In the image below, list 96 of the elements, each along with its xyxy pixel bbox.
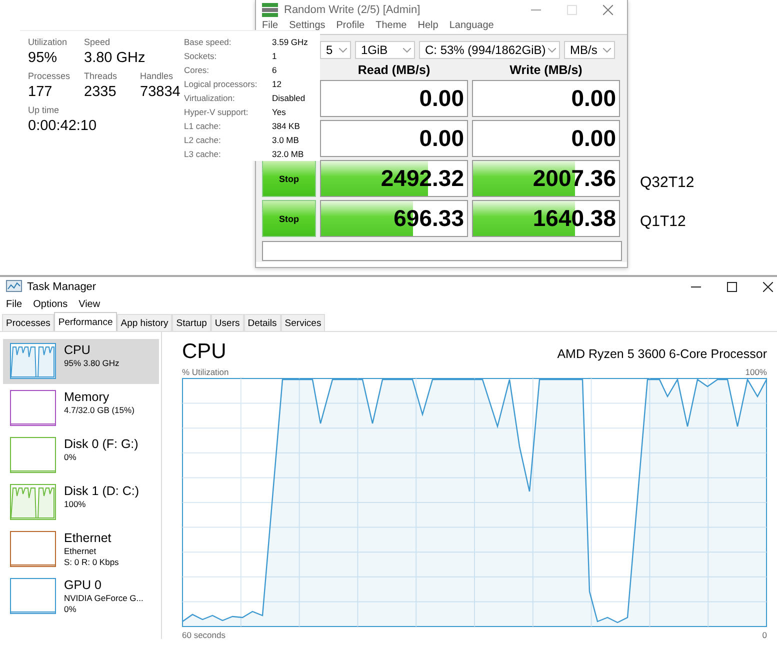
chevron-icon xyxy=(339,48,347,52)
detail-value: 3.59 GHz xyxy=(272,36,308,49)
stat-label: Handles xyxy=(140,70,174,82)
window-title: Random Write (2/5) [Admin] xyxy=(284,4,420,16)
item-detail: 0% xyxy=(64,452,78,463)
stat-value: 95% xyxy=(28,49,58,67)
dropdown[interactable]: 1GiB xyxy=(355,41,415,59)
tab[interactable]: Processes xyxy=(2,314,54,331)
sidebar-item[interactable]: Disk 1 (D: C:) 100% xyxy=(3,480,159,525)
menu-item[interactable]: Theme xyxy=(376,20,407,31)
item-name: CPU xyxy=(64,343,92,358)
detail-label: Logical processors: xyxy=(184,78,258,91)
stat-value: 0:00:42:10 xyxy=(28,117,98,135)
detail-label: L3 cache: xyxy=(184,148,222,161)
detail-value: 12 xyxy=(272,78,282,91)
sidebar-item[interactable]: CPU 95% 3.80 GHz xyxy=(3,339,159,384)
menu-item[interactable]: File xyxy=(6,299,22,310)
detail-label: Hyper-V support: xyxy=(184,106,250,119)
menu-item[interactable]: Settings xyxy=(289,20,326,31)
stop-button[interactable]: Stop xyxy=(262,200,316,237)
detail-label: L2 cache: xyxy=(184,134,222,147)
item-name: GPU 0 xyxy=(64,578,103,593)
detail-value: 1 xyxy=(272,50,278,63)
item-name: Disk 0 (F: G:) xyxy=(64,437,138,452)
close-icon[interactable] xyxy=(763,282,773,292)
menu-item[interactable]: Language xyxy=(449,20,494,31)
stat-label: Processes xyxy=(28,70,70,82)
test-label: Q32T12 xyxy=(640,174,694,191)
menu-item[interactable]: Profile xyxy=(336,20,365,31)
dropdown[interactable]: MB/s xyxy=(564,41,615,59)
result-cell: 0.00 xyxy=(320,120,468,157)
sidebar-item[interactable]: Ethernet Ethernet S: 0 R: 0 Kbps xyxy=(3,527,159,572)
axis-label: 0 xyxy=(762,630,767,640)
item-detail: Ethernet xyxy=(64,546,98,557)
detail-value: 6 xyxy=(272,64,278,77)
maximize-icon[interactable] xyxy=(727,282,737,292)
item-detail: 0% xyxy=(64,604,78,615)
stat-value: 177 xyxy=(28,83,52,101)
panel-title: CPU xyxy=(182,340,226,364)
window-title: Task Manager xyxy=(27,281,96,293)
result-cell: 0.00 xyxy=(472,80,620,117)
stat-label: Up time xyxy=(28,104,60,116)
item-name: Disk 1 (D: C:) xyxy=(64,484,139,499)
detail-label: Sockets: xyxy=(184,50,218,63)
test-label: Q1T12 xyxy=(640,213,687,230)
item-detail: 95% 3.80 GHz xyxy=(64,358,120,369)
tab[interactable]: Performance xyxy=(54,312,117,331)
tab[interactable]: Users xyxy=(210,314,244,331)
sidebar-item[interactable]: Memory 4.7/32.0 GB (15%) xyxy=(3,386,159,431)
item-name: Ethernet xyxy=(64,531,112,546)
result-cell: 0.00 xyxy=(472,120,620,157)
app-icon xyxy=(262,2,278,16)
dropdown[interactable]: C: 53% (994/1862GiB) xyxy=(419,41,560,59)
item-name: Memory xyxy=(64,390,110,405)
detail-value: 384 KB xyxy=(272,120,301,133)
column-header: Write (MB/s) xyxy=(508,63,584,77)
item-detail: S: 0 R: 0 Kbps xyxy=(64,557,119,568)
item-detail: 4.7/32.0 GB (15%) xyxy=(64,405,134,416)
tab[interactable]: Startup xyxy=(172,314,211,331)
sidebar-item[interactable]: GPU 0 NVIDIA GeForce G... 0% xyxy=(3,574,159,619)
result-cell: 0.00 xyxy=(320,80,468,117)
item-detail: NVIDIA GeForce G... xyxy=(64,593,144,604)
app-icon xyxy=(6,280,22,294)
chevron-icon xyxy=(548,48,556,52)
menu-item[interactable]: Help xyxy=(418,20,438,31)
stop-button[interactable]: Stop xyxy=(262,160,316,197)
dropdown[interactable]: 5 xyxy=(320,41,351,59)
menu-item[interactable]: View xyxy=(78,299,100,310)
detail-value: 3.0 MB xyxy=(272,134,300,147)
stat-label: Utilization xyxy=(28,36,68,48)
axis-label: % Utilization xyxy=(182,367,229,377)
stat-value: 73834 xyxy=(140,83,180,101)
detail-label: L1 cache: xyxy=(184,120,222,133)
stat-value: 3.80 GHz xyxy=(84,49,146,67)
sidebar-item[interactable]: Disk 0 (F: G:) 0% xyxy=(3,433,159,478)
stat-label: Speed xyxy=(84,36,110,48)
detail-label: Virtualization: xyxy=(184,92,236,105)
tab[interactable]: App history xyxy=(116,314,172,331)
processor-name: AMD Ryzen 5 3600 6-Core Processor xyxy=(557,347,767,361)
menu-item[interactable]: Options xyxy=(33,299,68,310)
detail-label: Base speed: xyxy=(184,36,232,49)
chevron-icon xyxy=(603,48,611,52)
tab[interactable]: Details xyxy=(244,314,281,331)
detail-label: Cores: xyxy=(184,64,210,77)
chevron-icon xyxy=(403,48,411,52)
stat-label: Threads xyxy=(84,70,118,82)
item-detail: 100% xyxy=(64,499,87,510)
detail-value: Disabled xyxy=(272,92,306,105)
menu-item[interactable]: File xyxy=(262,20,278,31)
detail-value: Yes xyxy=(272,106,287,119)
tab[interactable]: Services xyxy=(280,314,326,331)
detail-value: 32.0 MB xyxy=(272,148,305,161)
axis-label: 60 seconds xyxy=(182,630,226,640)
axis-label: 100% xyxy=(745,367,767,377)
stat-value: 2335 xyxy=(84,83,116,101)
column-header: Read (MB/s) xyxy=(356,63,432,77)
